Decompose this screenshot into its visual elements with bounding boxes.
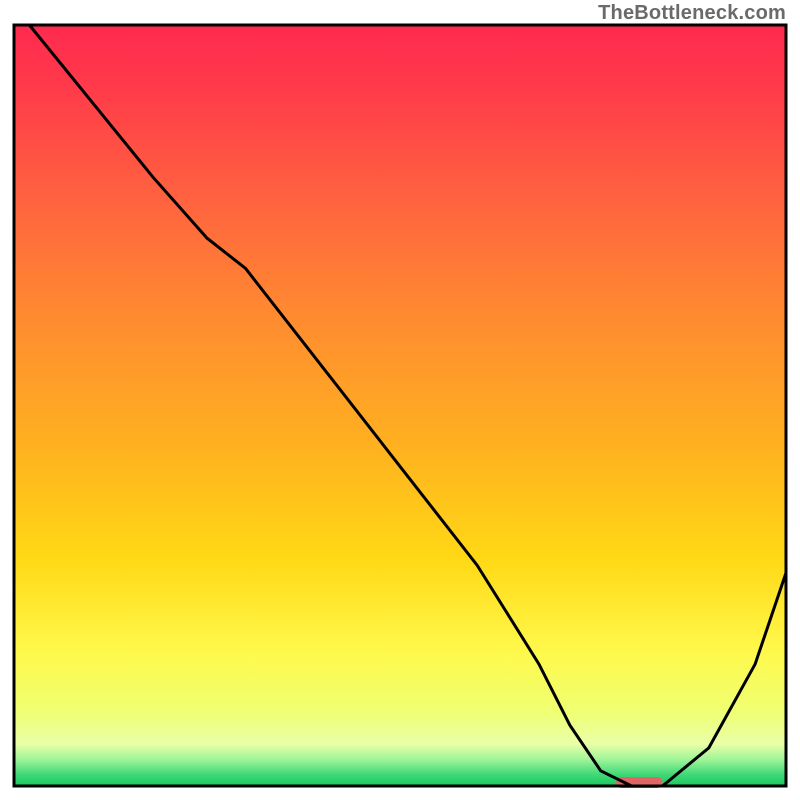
chart-svg <box>0 0 800 800</box>
watermark-text: TheBottleneck.com <box>598 2 786 25</box>
plot-background <box>14 25 786 786</box>
bottleneck-chart: TheBottleneck.com <box>0 0 800 800</box>
